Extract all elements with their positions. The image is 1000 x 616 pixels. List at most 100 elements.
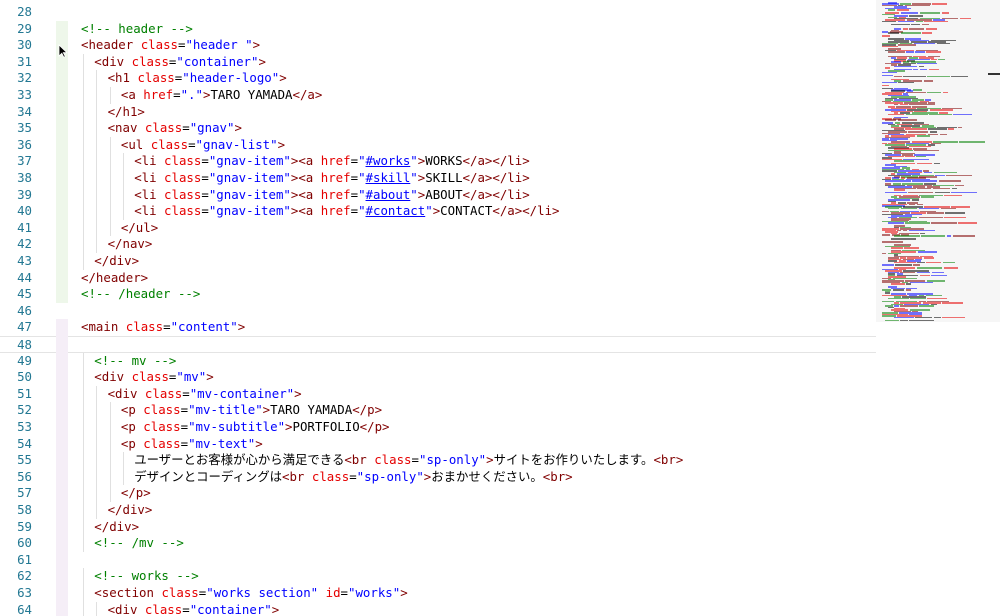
code-token: "gnav-item"	[208, 203, 291, 219]
minimap-line	[882, 84, 890, 87]
indent-rainbow-band	[56, 269, 68, 287]
code-line[interactable]: 56 デザインとコーディングは<br class="sp-only">おまかせくだ…	[0, 468, 880, 486]
code-token: class	[143, 435, 181, 451]
line-code: <main class="content">	[81, 319, 245, 336]
indent-rainbow-band	[56, 186, 68, 204]
minimap-line	[919, 12, 941, 14]
minimap-line	[933, 316, 941, 319]
code-line[interactable]: 35 <nav class="gnav">	[0, 120, 880, 137]
minimap-line	[909, 229, 935, 232]
code-token: >	[279, 70, 287, 86]
minimap-line	[942, 302, 964, 304]
minimap-line	[885, 319, 899, 322]
code-line[interactable]: 33 <a href=".">TARO YAMADA</a>	[0, 87, 880, 104]
code-line[interactable]: 57 </p>	[0, 485, 880, 502]
code-line[interactable]: 38 <li class="gnav-item"><a href="#skill"…	[0, 170, 880, 187]
code-token: <br	[282, 468, 305, 484]
code-line[interactable]: 64 <div class="container">	[0, 601, 880, 616]
minimap-line	[921, 23, 930, 26]
code-line[interactable]: 46	[0, 303, 880, 320]
code-editor[interactable]: 28 29 <!-- header --> 30 <header class="head…	[0, 0, 880, 616]
code-line[interactable]: 34 </h1>	[0, 103, 880, 121]
code-token: >	[271, 601, 280, 616]
code-line[interactable]: 49 <!-- mv -->	[0, 352, 880, 370]
code-line[interactable]: 39 <li class="gnav-item"><a href="#about"…	[0, 186, 880, 204]
minimap-line	[913, 42, 936, 45]
code-token: "content"	[170, 319, 238, 335]
minimap-line	[912, 89, 923, 91]
minimap-line	[920, 232, 926, 235]
code-token: =	[411, 452, 419, 468]
code-token: >	[285, 419, 293, 434]
code-line[interactable]: 51 <div class="mv-container">	[0, 385, 880, 403]
indent-guide	[109, 419, 111, 436]
code-line[interactable]: 43 </div>	[0, 253, 880, 270]
minimap-line	[882, 241, 904, 243]
line-number: 39	[17, 186, 32, 202]
indent-guide	[96, 203, 98, 220]
code-line[interactable]: 53 <p class="mv-subtitle">PORTFOLIO</p>	[0, 419, 880, 436]
line-number: 63	[17, 585, 32, 600]
code-token: =	[173, 87, 181, 102]
code-token: ><a	[290, 203, 314, 219]
minimap-line	[908, 131, 929, 133]
code-token: id	[325, 585, 341, 600]
code-line[interactable]: 48	[0, 336, 880, 353]
code-line[interactable]: 37 <li class="gnav-item"><a href="#works"…	[0, 153, 880, 170]
indent-rainbow-band	[56, 435, 68, 453]
line-number: 48	[17, 337, 32, 352]
minimap-line	[926, 261, 942, 264]
code-line[interactable]: 45 <!-- /header -->	[0, 286, 880, 303]
code-line[interactable]: 40 <li class="gnav-item"><a href="#contac…	[0, 203, 880, 220]
code-token: "	[410, 170, 418, 185]
code-token: PORTFOLIO	[292, 419, 360, 434]
code-line[interactable]: 60 <!-- /mv -->	[0, 535, 880, 552]
line-code: デザインとコーディングは<br class="sp-only">おまかせください…	[134, 469, 572, 486]
indent-guide	[96, 452, 98, 469]
minimap-line	[885, 292, 891, 294]
line-code: </nav>	[108, 236, 153, 253]
code-line[interactable]: 54 <p class="mv-text">	[0, 435, 880, 453]
code-line[interactable]: 61	[0, 552, 880, 569]
minimap-line	[894, 65, 917, 68]
code-line[interactable]: 29 <!-- header -->	[0, 21, 880, 38]
code-line[interactable]: 55 ユーザーとお客様が心から満足できる<br class="sp-only">サ…	[0, 452, 880, 469]
code-line[interactable]: 36 <ul class="gnav-list">	[0, 136, 880, 154]
minimap-line	[917, 251, 937, 253]
code-line[interactable]: 62 <!-- works -->	[0, 568, 880, 585]
indent-rainbow-band	[56, 585, 68, 602]
code-line[interactable]: 44 </header>	[0, 270, 880, 287]
minimap-line	[944, 216, 966, 219]
code-line[interactable]: 59 </div>	[0, 518, 880, 536]
minimap-line	[931, 222, 957, 224]
indent-guide	[122, 203, 124, 220]
code-line[interactable]: 28	[0, 4, 880, 21]
mouse-cursor-icon	[58, 44, 68, 58]
code-token: <li	[134, 170, 157, 185]
minimap-line	[910, 281, 933, 284]
line-number: 46	[17, 302, 32, 318]
minimap-line	[930, 131, 937, 133]
code-line[interactable]: 30 <header class="header ">	[0, 37, 880, 54]
code-line[interactable]: 50 <div class="mv">	[0, 369, 880, 386]
line-number: 57	[17, 485, 32, 501]
minimap-line	[916, 155, 927, 158]
code-line[interactable]: 52 <p class="mv-title">TARO YAMADA</p>	[0, 402, 880, 419]
indent-guide	[83, 70, 84, 87]
indent-guide	[83, 219, 84, 237]
code-line[interactable]: 31 <div class="container">	[0, 53, 880, 71]
minimap-line	[932, 187, 950, 190]
code-token: </nav>	[107, 236, 153, 252]
code-line[interactable]: 47 <main class="content">	[0, 319, 880, 336]
code-line[interactable]: 32 <h1 class="header-logo">	[0, 70, 880, 87]
minimap-line	[888, 222, 904, 224]
code-token: >	[400, 585, 408, 600]
minimap-line	[913, 68, 919, 71]
minimap[interactable]	[876, 0, 1000, 616]
code-line[interactable]: 42 </nav>	[0, 236, 880, 253]
code-line[interactable]: 58 </div>	[0, 502, 880, 519]
code-line[interactable]: 41 </ul>	[0, 219, 880, 237]
code-line[interactable]: 63 <section class="works section" id="wor…	[0, 585, 880, 602]
